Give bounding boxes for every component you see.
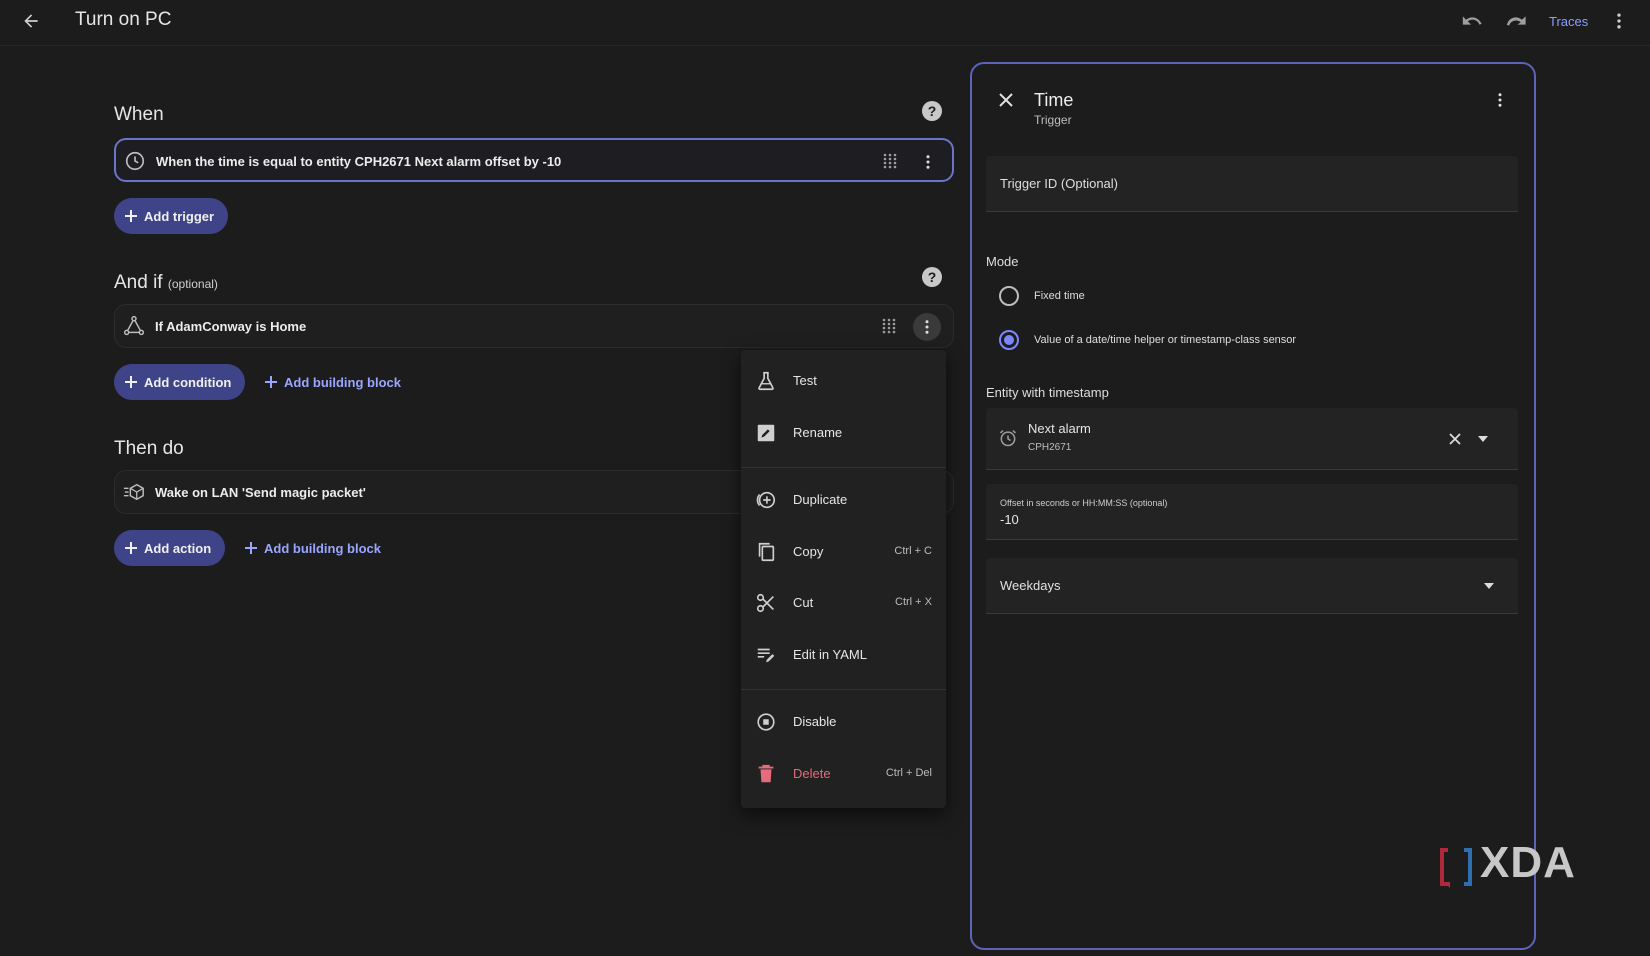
condition-more-icon[interactable] [913,313,941,341]
trigger-more-icon[interactable] [914,148,942,176]
and-if-title: And if [114,272,163,293]
plus-icon [124,375,138,389]
trigger-text: When the time is equal to entity CPH2671… [156,154,562,169]
xda-watermark: XDA [1480,838,1576,887]
menu-item-label: Copy [793,544,824,559]
and-if-heading: And if (optional) [114,272,218,294]
disable-icon [755,711,777,733]
menu-item-copy[interactable]: Copy Ctrl + C [741,532,946,572]
add-building-block-label: Add building block [284,374,401,390]
add-building-block-action-button[interactable]: Add building block [244,530,381,566]
trigger-row[interactable]: When the time is equal to entity CPH2671… [114,138,954,182]
trigger-id-field[interactable]: Trigger ID (Optional) [986,156,1518,212]
menu-item-shortcut: Ctrl + Del [885,767,932,779]
menu-item-duplicate[interactable]: Duplicate [741,480,946,520]
then-do-heading: Then do [114,438,184,459]
context-menu: Test Rename Duplicate Copy Ctrl + C Cut … [741,350,946,808]
entity-device: CPH2671 [1028,442,1072,453]
chevron-down-icon[interactable] [1478,436,1488,442]
clear-icon[interactable] [1448,432,1462,446]
traces-button[interactable]: Traces [1549,14,1588,29]
menu-item-label: Delete [793,766,831,781]
top-bar: Turn on PC Traces [0,0,1650,46]
entity-picker[interactable]: Next alarm CPH2671 [986,408,1518,470]
edit-yaml-icon [755,644,777,666]
optional-label: (optional) [167,277,218,291]
mode-radio-fixed-time[interactable] [999,286,1019,306]
undo-icon[interactable] [1458,7,1486,35]
menu-item-label: Test [793,373,817,388]
mode-option-label: Fixed time [1034,290,1085,302]
menu-item-rename[interactable]: Rename [741,413,946,453]
add-trigger-button[interactable]: Add trigger [114,198,229,234]
menu-item-delete[interactable]: Delete Ctrl + Del [741,754,946,794]
menu-item-label: Edit in YAML [793,647,867,662]
offset-label: Offset in seconds or HH:MM:SS (optional) [1000,498,1168,508]
mode-option-label: Value of a date/time helper or timestamp… [1034,334,1297,346]
mode-radio-helper[interactable] [999,330,1019,350]
plus-icon [124,209,138,223]
menu-item-shortcut: Ctrl + X [895,596,932,608]
plus-icon [244,541,258,555]
offset-field[interactable]: Offset in seconds or HH:MM:SS (optional)… [986,484,1518,540]
condition-row[interactable]: If AdamConway is Home [114,304,954,348]
add-action-label: Add action [144,540,212,556]
plus-icon [264,375,278,389]
add-condition-label: Add condition [144,374,232,390]
page-title: Turn on PC [75,9,172,30]
duplicate-icon [755,489,777,511]
xda-logo-mark [1434,846,1478,890]
trash-icon [755,763,777,785]
panel-title: Time [1034,90,1074,110]
add-trigger-label: Add trigger [144,208,215,224]
drag-handle-icon[interactable] [882,318,896,334]
clock-icon [124,150,146,172]
weekdays-field[interactable]: Weekdays [986,558,1518,614]
mode-label: Mode [986,254,1019,269]
menu-item-edit-yaml[interactable]: Edit in YAML [741,635,946,675]
entity-name: Next alarm [1028,421,1091,436]
overflow-menu-icon[interactable] [1605,7,1633,35]
menu-item-label: Rename [793,425,843,440]
and-if-help-icon[interactable]: ? [922,267,942,287]
panel-overflow-icon[interactable] [1486,86,1514,114]
panel-subtitle: Trigger [1034,113,1072,127]
menu-item-label: Disable [793,714,837,729]
close-icon[interactable] [992,86,1020,114]
scissors-icon [755,592,777,614]
menu-divider [741,689,946,690]
condition-state-icon [123,315,145,337]
menu-item-label: Cut [793,595,814,610]
menu-item-label: Duplicate [793,492,848,507]
drag-handle-icon[interactable] [883,153,897,169]
menu-item-disable[interactable]: Disable [741,702,946,742]
add-action-button[interactable]: Add action [114,530,226,566]
flask-icon [755,370,777,392]
copy-icon [755,541,777,563]
chevron-down-icon[interactable] [1484,583,1494,589]
action-service-icon [123,481,145,503]
menu-item-shortcut: Ctrl + C [894,545,932,557]
rename-icon [755,422,777,444]
when-heading: When [114,104,164,125]
add-condition-button[interactable]: Add condition [114,364,246,400]
action-text: Wake on LAN 'Send magic packet' [155,485,366,500]
trigger-editor-panel: Time Trigger Trigger ID (Optional) Mode … [970,62,1536,950]
menu-divider [741,467,946,468]
menu-item-test[interactable]: Test [741,361,946,401]
add-building-block-condition-button[interactable]: Add building block [264,364,401,400]
menu-item-cut[interactable]: Cut Ctrl + X [741,583,946,623]
when-help-icon[interactable]: ? [922,101,942,121]
entity-label: Entity with timestamp [986,385,1109,400]
alarm-clock-icon [998,428,1018,448]
trigger-id-label: Trigger ID (Optional) [1000,176,1118,191]
back-arrow-icon[interactable] [17,7,45,35]
weekdays-label: Weekdays [1000,578,1061,593]
plus-icon [124,541,138,555]
add-building-block-label: Add building block [264,540,381,556]
condition-text: If AdamConway is Home [155,319,307,334]
offset-value: -10 [1000,512,1019,527]
redo-icon[interactable] [1502,7,1530,35]
